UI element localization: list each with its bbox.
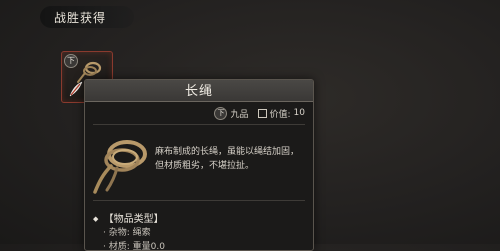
feather-icon bbox=[69, 81, 83, 97]
property-row: · 杂物: 绳索 bbox=[103, 228, 151, 238]
item-tooltip: 长绳 下 九品 价值: 10 麻布制成的长绳，虽能以绳结加固，但材质粗劣，不堪拉… bbox=[84, 79, 314, 251]
divider bbox=[93, 124, 305, 125]
grade-text: 九品 bbox=[230, 109, 249, 120]
section-title: 【物品类型】 bbox=[103, 214, 164, 225]
item-type-section: ◆ 【物品类型】 bbox=[93, 210, 164, 225]
victory-banner: 战胜获得 bbox=[40, 6, 134, 28]
item-meta: 下 九品 价值: 10 bbox=[214, 106, 305, 120]
value-amount: 10 bbox=[293, 108, 305, 118]
property-text: 材质: 重量0.0 bbox=[108, 242, 165, 251]
diamond-icon: ◆ bbox=[93, 215, 99, 223]
value-label: 价值: bbox=[269, 109, 291, 120]
property-text: 杂物: 绳索 bbox=[108, 228, 151, 238]
item-name: 长绳 bbox=[184, 84, 213, 99]
divider bbox=[93, 200, 305, 201]
grade-badge: 下 bbox=[214, 106, 228, 120]
property-row: · 材质: 重量0.0 bbox=[103, 242, 165, 251]
victory-label: 战胜获得 bbox=[54, 11, 107, 25]
item-description: 麻布制成的长绳，虽能以绳结加固，但材质粗劣，不堪拉扯。 bbox=[155, 147, 300, 171]
rope-icon bbox=[93, 140, 147, 194]
value-box-icon bbox=[257, 108, 267, 118]
tooltip-header: 长绳 bbox=[85, 80, 313, 102]
